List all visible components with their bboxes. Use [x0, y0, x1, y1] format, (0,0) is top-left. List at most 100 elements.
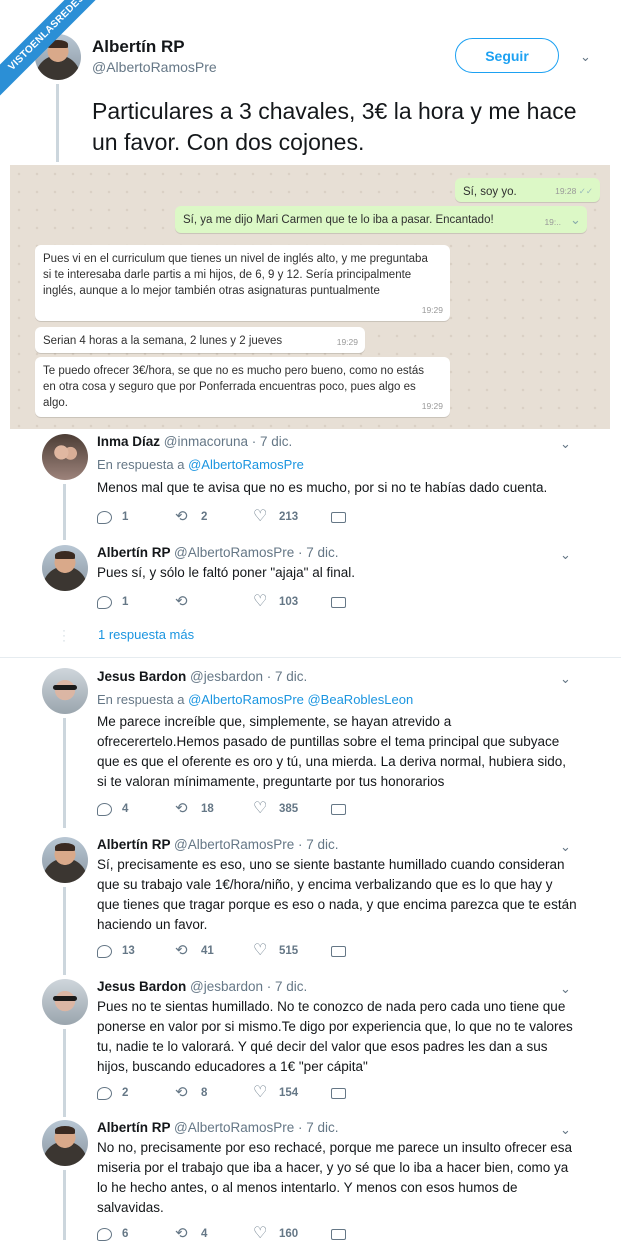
retweet-action[interactable]: 18 [175, 802, 253, 816]
action-bar: 1 103 [97, 593, 409, 611]
reply-icon [97, 802, 112, 816]
reply-action[interactable]: 6 [97, 1227, 175, 1241]
mention-link[interactable]: @AlbertoRamosPre [188, 457, 304, 472]
retweet-action[interactable] [175, 595, 253, 609]
like-action[interactable]: 213 [253, 510, 331, 524]
thread-line [63, 1029, 66, 1117]
reply-author[interactable]: Jesus Bardon @jesbardon · 7 dic. [97, 669, 307, 684]
main-author-handle[interactable]: @AlbertoRamosPre [92, 59, 217, 75]
main-author-name[interactable]: Albertín RP [92, 37, 185, 57]
reply-action[interactable]: 1 [97, 595, 175, 609]
reply-icon [97, 1227, 112, 1241]
envelope-icon [331, 803, 346, 815]
chevron-down-icon[interactable]: ⌄ [560, 547, 571, 563]
like-action[interactable]: 515 [253, 944, 331, 958]
thread-line [63, 1170, 66, 1240]
in-reply-to: En respuesta a @AlbertoRamosPre [97, 457, 304, 472]
action-bar: 6 4 160 [97, 1225, 409, 1243]
more-replies-link[interactable]: 1 respuesta más [98, 627, 194, 642]
reply-icon [97, 595, 112, 609]
reply-avatar[interactable] [42, 979, 88, 1025]
reply-icon [97, 944, 112, 958]
reply-text: Pues sí, y sólo le faltó poner "ajaja" a… [97, 565, 355, 580]
retweet-action[interactable]: 41 [175, 944, 253, 958]
reply-handle-date[interactable]: @AlbertoRamosPre · 7 dic. [174, 545, 339, 560]
message-action[interactable] [331, 1228, 409, 1240]
retweet-icon [175, 510, 191, 524]
envelope-icon [331, 1228, 346, 1240]
reply-avatar[interactable] [42, 837, 88, 883]
chat-message-time: 19:28 ✓✓ [555, 186, 593, 196]
thread-dots: · · · [62, 623, 66, 647]
envelope-icon [331, 945, 346, 957]
message-action[interactable] [331, 945, 409, 957]
reply-author[interactable]: Albertín RP @AlbertoRamosPre · 7 dic. [97, 837, 339, 852]
thread-line [63, 484, 66, 540]
follow-button[interactable]: Seguir [455, 38, 559, 73]
double-check-icon: ✓✓ [578, 186, 593, 196]
chevron-down-icon[interactable]: ⌄ [560, 1122, 571, 1138]
reply-handle-date[interactable]: @AlbertoRamosPre · 7 dic. [174, 1120, 339, 1135]
reply-action[interactable]: 2 [97, 1086, 175, 1100]
reply-text: Me parece increíble que, simplemente, se… [97, 714, 567, 789]
reply-handle-date[interactable]: @jesbardon · 7 dic. [190, 979, 307, 994]
reply-action[interactable]: 13 [97, 944, 175, 958]
message-action[interactable] [331, 1087, 409, 1099]
retweet-action[interactable]: 8 [175, 1086, 253, 1100]
chevron-down-icon[interactable]: ⌄ [560, 839, 571, 855]
in-reply-to: En respuesta a @AlbertoRamosPre @BeaRobl… [97, 692, 414, 707]
reply-avatar[interactable] [42, 668, 88, 714]
like-action[interactable]: 160 [253, 1227, 331, 1241]
message-action[interactable] [331, 511, 409, 523]
chat-bubble-incoming: Te puedo ofrecer 3€/hora, se que no es m… [35, 357, 450, 417]
chat-bubble-outgoing: Sí, ya me dijo Mari Carmen que te lo iba… [175, 206, 587, 233]
mention-link[interactable]: @AlbertoRamosPre @BeaRoblesLeon [188, 692, 413, 707]
reply-icon [97, 510, 112, 524]
reply-text: Sí, precisamente es eso, uno se siente b… [97, 857, 577, 932]
chat-message-text: Pues vi en el curriculum que tienes un n… [43, 253, 428, 297]
reply-avatar[interactable] [42, 434, 88, 480]
heart-icon [253, 944, 269, 958]
reply-handle-date[interactable]: @jesbardon · 7 dic. [190, 669, 307, 684]
reply-action[interactable]: 4 [97, 802, 175, 816]
reply-author[interactable]: Albertín RP @AlbertoRamosPre · 7 dic. [97, 545, 339, 560]
retweet-action[interactable]: 2 [175, 510, 253, 524]
message-action[interactable] [331, 596, 409, 608]
reply-avatar[interactable] [42, 1120, 88, 1166]
retweet-icon [175, 1227, 191, 1241]
heart-icon [253, 595, 269, 609]
heart-icon [253, 802, 269, 816]
reply-avatar[interactable] [42, 545, 88, 591]
chat-bubble-incoming: Pues vi en el curriculum que tienes un n… [35, 245, 450, 321]
chat-message-text: Sí, ya me dijo Mari Carmen que te lo iba… [183, 214, 494, 226]
chat-message-text: Te puedo ofrecer 3€/hora, se que no es m… [43, 365, 425, 409]
chat-message-text: Serian 4 horas a la semana, 2 lunes y 2 … [43, 335, 283, 347]
chevron-down-icon: ⌄ [570, 212, 581, 227]
chevron-down-icon[interactable]: ⌄ [560, 981, 571, 997]
reply-handle-date[interactable]: @AlbertoRamosPre · 7 dic. [174, 837, 339, 852]
reply-action[interactable]: 1 [97, 510, 175, 524]
like-action[interactable]: 385 [253, 802, 331, 816]
chevron-down-icon[interactable]: ⌄ [560, 436, 571, 452]
chevron-down-icon[interactable]: ⌄ [560, 671, 571, 687]
retweet-icon [175, 802, 191, 816]
envelope-icon [331, 1087, 346, 1099]
retweet-icon [175, 595, 191, 609]
reply-author[interactable]: Albertín RP @AlbertoRamosPre · 7 dic. [97, 1120, 339, 1135]
divider [0, 657, 621, 658]
main-tweet-text: Particulares a 3 chavales, 3€ la hora y … [92, 98, 577, 155]
chat-screenshot-image[interactable]: Sí, soy yo. 19:28 ✓✓ Sí, ya me dijo Mari… [10, 165, 610, 429]
reply-icon [97, 1086, 112, 1100]
retweet-action[interactable]: 4 [175, 1227, 253, 1241]
chat-bubble-outgoing: Sí, soy yo. 19:28 ✓✓ [455, 178, 600, 202]
chat-message-time: 19:29 [421, 305, 443, 315]
message-action[interactable] [331, 803, 409, 815]
chevron-down-icon[interactable]: ⌄ [580, 49, 591, 65]
chat-message-text: Sí, soy yo. [463, 186, 517, 198]
reply-handle-date[interactable]: @inmacoruna · 7 dic. [164, 434, 293, 449]
reply-author[interactable]: Inma Díaz @inmacoruna · 7 dic. [97, 434, 292, 449]
like-action[interactable]: 154 [253, 1086, 331, 1100]
like-action[interactable]: 103 [253, 595, 331, 609]
reply-author[interactable]: Jesus Bardon @jesbardon · 7 dic. [97, 979, 307, 994]
envelope-icon [331, 596, 346, 608]
